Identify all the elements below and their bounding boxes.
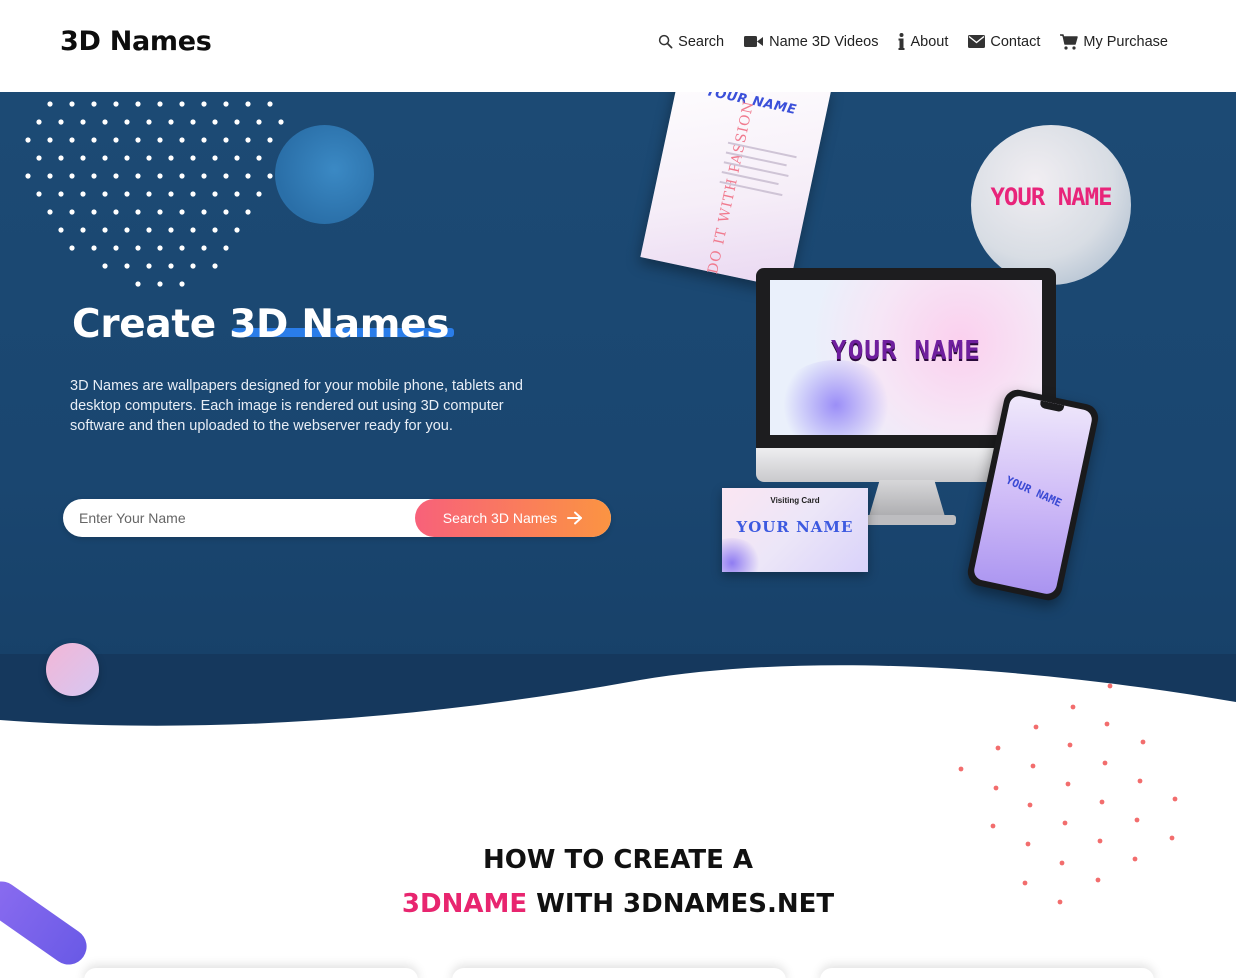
- step-card: [452, 968, 786, 978]
- dots-decoration: [25, 101, 284, 287]
- phone-notch: [1039, 400, 1065, 413]
- video-icon: [744, 36, 764, 47]
- nav-search[interactable]: Search: [658, 34, 724, 50]
- card-name-text: YOUR NAME: [736, 518, 854, 536]
- nav-purchase[interactable]: My Purchase: [1060, 34, 1168, 50]
- search-3d-names-button[interactable]: Search 3D Names: [415, 499, 611, 537]
- nav-contact-label: Contact: [990, 33, 1041, 50]
- hero-title: Create 3D Names: [72, 302, 450, 347]
- visiting-card-mockup: Visiting Card YOUR NAME: [722, 488, 868, 572]
- nav-contact[interactable]: Contact: [968, 34, 1040, 50]
- name-search-form: Search 3D Names: [63, 499, 611, 537]
- monitor-stand-base: [856, 515, 956, 525]
- nav-about[interactable]: About: [898, 33, 948, 50]
- how-title-line1: HOW TO CREATE A: [482, 845, 754, 875]
- search-button-label: Search 3D Names: [442, 510, 558, 526]
- phone-name-text: YOUR NAME: [1003, 473, 1064, 510]
- blue-circle-decoration: [275, 125, 374, 224]
- card-blob: [722, 538, 762, 572]
- step-card: [820, 968, 1154, 978]
- step-card: [84, 968, 418, 978]
- site-logo[interactable]: 3D Names: [60, 26, 212, 57]
- how-to-title: HOW TO CREATE A 3DNAME WITH 3DNAMES.NET: [0, 838, 1236, 926]
- nav-videos[interactable]: Name 3D Videos: [744, 34, 878, 50]
- nav-search-label: Search: [678, 33, 725, 50]
- name-bubble: YOUR NAME: [971, 125, 1131, 285]
- bubble-name-text: YOUR NAME: [990, 183, 1112, 211]
- nav-purchase-label: My Purchase: [1083, 33, 1168, 50]
- nav-about-label: About: [910, 33, 949, 50]
- envelope-icon: [968, 35, 986, 48]
- how-title-accent: 3DNAME: [401, 889, 528, 919]
- screen-name-text: YOUR NAME: [831, 336, 981, 366]
- search-icon: [659, 34, 673, 49]
- how-title-line2: WITH 3DNAMES.NET: [527, 889, 835, 919]
- site-header: 3D Names Search Name 3D Videos About Con…: [0, 0, 1236, 92]
- name-input[interactable]: [79, 499, 409, 537]
- nav-videos-label: Name 3D Videos: [769, 33, 879, 50]
- monitor-stand: [868, 480, 946, 520]
- card-label: Visiting Card: [770, 496, 820, 505]
- screen-blob: [776, 360, 896, 435]
- hero-description: 3D Names are wallpapers designed for you…: [70, 378, 523, 434]
- main-nav: Search Name 3D Videos About Contact My P…: [658, 33, 1168, 50]
- info-icon: [898, 33, 905, 50]
- cart-icon: [1060, 33, 1079, 50]
- arrow-right-icon: [567, 511, 583, 525]
